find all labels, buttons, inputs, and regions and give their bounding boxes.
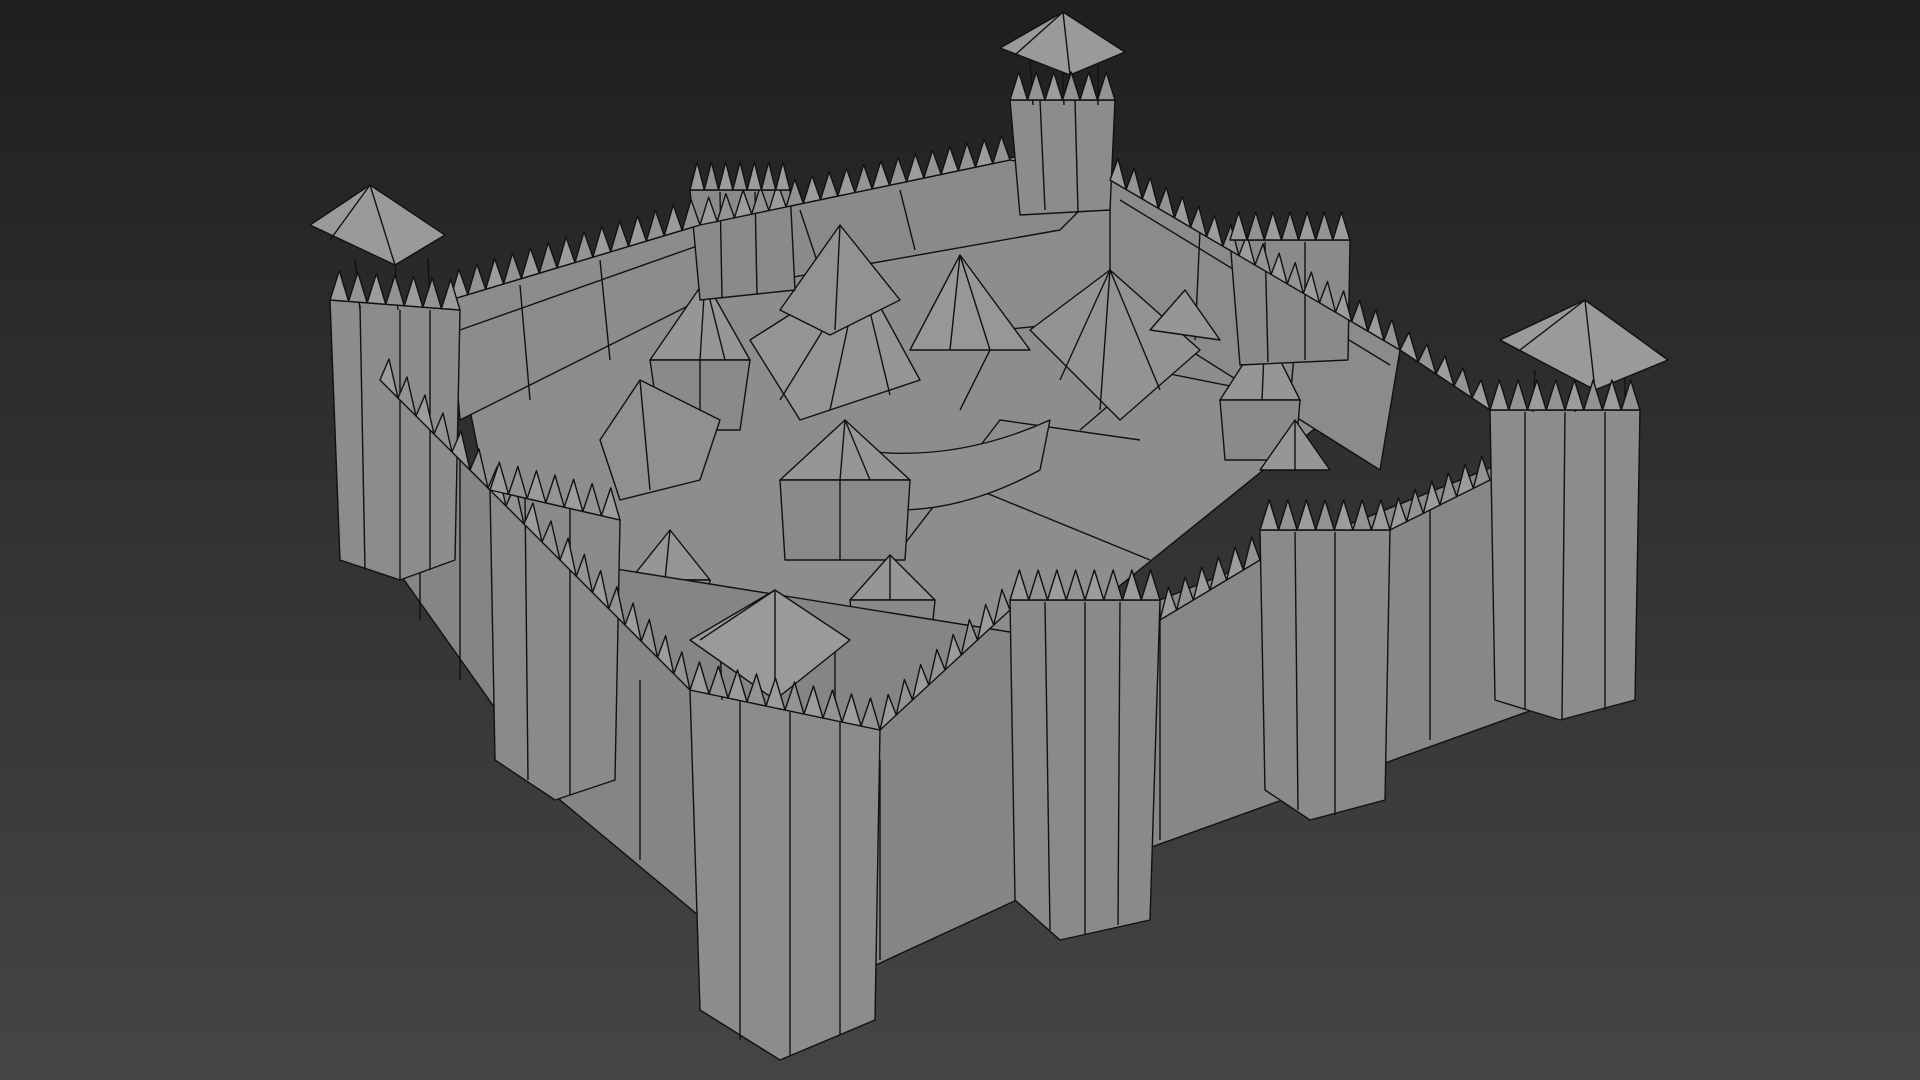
palisade-spike bbox=[717, 161, 734, 191]
tower-top bbox=[999, 11, 1126, 216]
tower-right bbox=[1489, 299, 1669, 721]
palisade-spike bbox=[1277, 499, 1298, 531]
palisade-spike bbox=[1526, 379, 1547, 411]
palisade-spike bbox=[1280, 211, 1300, 241]
palisade-spike bbox=[1564, 379, 1585, 411]
castle-model[interactable] bbox=[0, 0, 1920, 1080]
palisade-spike bbox=[1079, 71, 1099, 101]
palisade-spike bbox=[974, 138, 994, 168]
palisade-spike bbox=[1096, 71, 1116, 101]
tower-mid-front bbox=[1009, 599, 1161, 941]
palisade-spike bbox=[403, 275, 424, 308]
palisade-spike bbox=[1333, 499, 1354, 531]
palisade-spike bbox=[645, 209, 665, 242]
palisade-spike bbox=[802, 174, 822, 205]
palisade-spike bbox=[1332, 211, 1351, 241]
palisade-spike bbox=[940, 145, 960, 176]
palisade-spike bbox=[385, 274, 405, 307]
palisade-spike bbox=[992, 135, 1011, 165]
palisade-spike bbox=[422, 277, 443, 310]
palisade-spike bbox=[1259, 499, 1280, 531]
palisade-spike bbox=[905, 153, 925, 183]
palisade-spike bbox=[1435, 355, 1455, 387]
palisade-spike bbox=[923, 149, 942, 179]
palisade-spike bbox=[1044, 71, 1064, 101]
palisade-spike bbox=[538, 241, 558, 274]
palisade-spike bbox=[1229, 211, 1248, 241]
palisade-spike bbox=[957, 142, 977, 172]
palisade-spike bbox=[1417, 343, 1437, 375]
palisade-spike bbox=[592, 225, 612, 258]
palisade-spike bbox=[819, 171, 839, 201]
palisade-spike bbox=[1061, 71, 1081, 101]
palisade-spike bbox=[888, 156, 908, 186]
palisade-spike bbox=[574, 231, 594, 264]
palisade-spike bbox=[520, 247, 540, 280]
palisade-spike bbox=[1296, 499, 1317, 531]
palisade-spike bbox=[1140, 569, 1161, 601]
palisade-spike bbox=[627, 215, 648, 248]
palisade-spike bbox=[689, 161, 705, 191]
palisade-spike bbox=[366, 272, 387, 305]
palisade-spike bbox=[775, 161, 791, 191]
palisade-spike bbox=[732, 161, 748, 191]
palisade-spike bbox=[1352, 499, 1373, 531]
palisade-spike bbox=[1489, 379, 1510, 411]
3d-viewport[interactable] bbox=[0, 0, 1920, 1080]
palisade-spike bbox=[663, 204, 683, 237]
palisade-spike bbox=[1508, 379, 1529, 411]
palisade-spike bbox=[871, 160, 891, 190]
palisade-spike bbox=[760, 161, 777, 191]
palisade-spike bbox=[610, 220, 630, 253]
tower-right-front bbox=[1259, 529, 1391, 821]
palisade-spike bbox=[1620, 379, 1641, 411]
palisade-spike bbox=[467, 263, 487, 296]
palisade-spike bbox=[1315, 499, 1335, 531]
palisade-spike bbox=[502, 252, 523, 285]
palisade-spike bbox=[1026, 71, 1046, 101]
palisade-spike bbox=[1263, 211, 1283, 241]
palisade-spike bbox=[1009, 71, 1029, 101]
palisade-spike bbox=[556, 236, 576, 269]
palisade-spike bbox=[703, 161, 720, 191]
palisade-spike bbox=[1471, 379, 1491, 411]
palisade-spike bbox=[1545, 379, 1566, 411]
palisade-spike bbox=[854, 163, 873, 194]
palisade-spike bbox=[1246, 211, 1265, 241]
palisade-spike bbox=[1315, 211, 1334, 241]
palisade-spike bbox=[1297, 211, 1317, 241]
palisade-spike bbox=[485, 257, 505, 290]
palisade-spike bbox=[347, 271, 368, 304]
palisade-spike bbox=[837, 167, 856, 197]
palisade-spike bbox=[1399, 331, 1419, 363]
palisade-spike bbox=[329, 270, 350, 303]
palisade-spike bbox=[1453, 367, 1473, 399]
palisade-spike bbox=[746, 161, 763, 191]
